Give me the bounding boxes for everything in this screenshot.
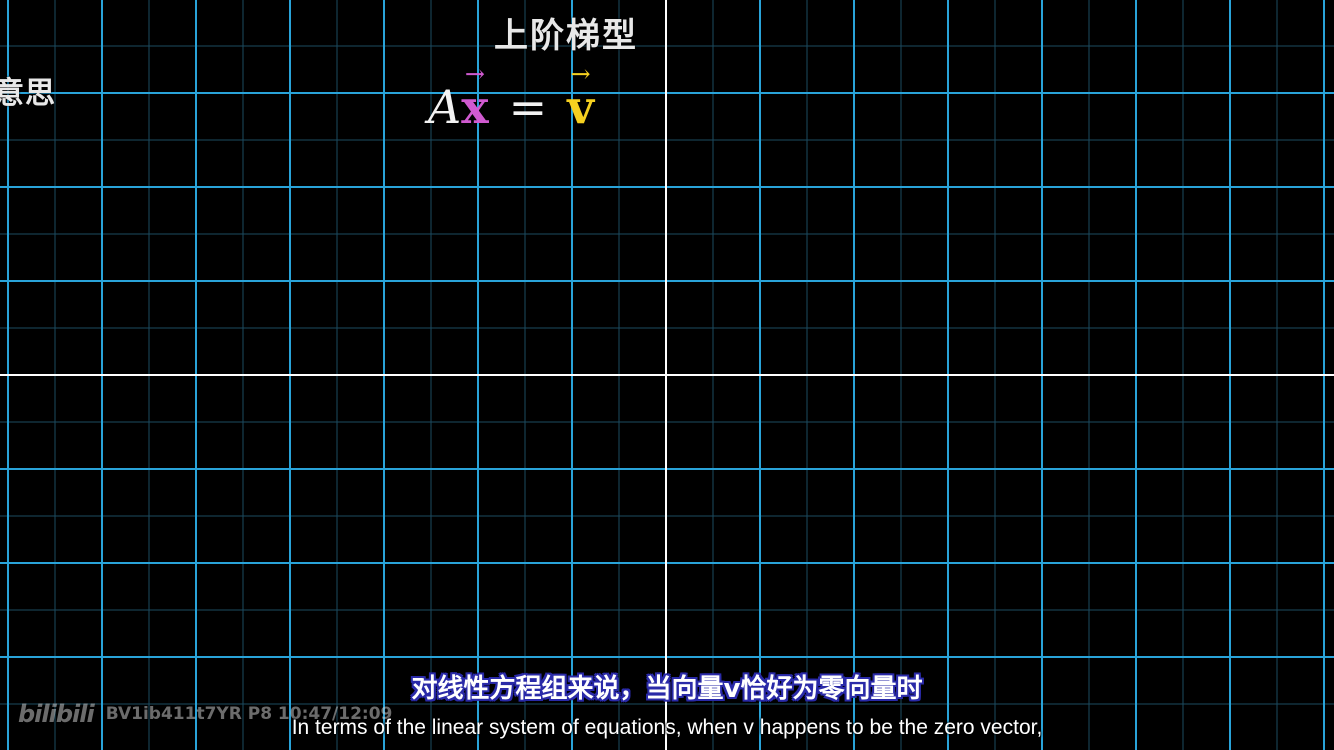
subtitle-english: In terms of the linear system of equatio…: [291, 716, 1043, 739]
vector-x-letter: x: [461, 80, 489, 134]
coordinate-axes: [0, 0, 1334, 750]
vector-x: → x: [461, 60, 489, 134]
matrix-equation: A → x = → v: [428, 60, 594, 134]
vector-arrow-icon: →: [570, 60, 591, 88]
partial-title-left: 意思: [0, 76, 56, 111]
number-plane: [0, 0, 1334, 750]
video-frame[interactable]: 意思 上阶梯型 A → x = → v bilibili BV1ib411t7Y…: [0, 0, 1334, 750]
vector-arrow-icon: →: [464, 60, 486, 88]
vector-v-letter: v: [567, 80, 594, 134]
subtitle-chinese: 对线性方程组来说，当向量v恰好为零向量时: [411, 674, 923, 704]
vector-v: → v: [567, 60, 594, 134]
section-title: 上阶梯型: [494, 16, 638, 56]
equals-sign: =: [508, 80, 548, 134]
matrix-symbol: A: [428, 80, 462, 134]
